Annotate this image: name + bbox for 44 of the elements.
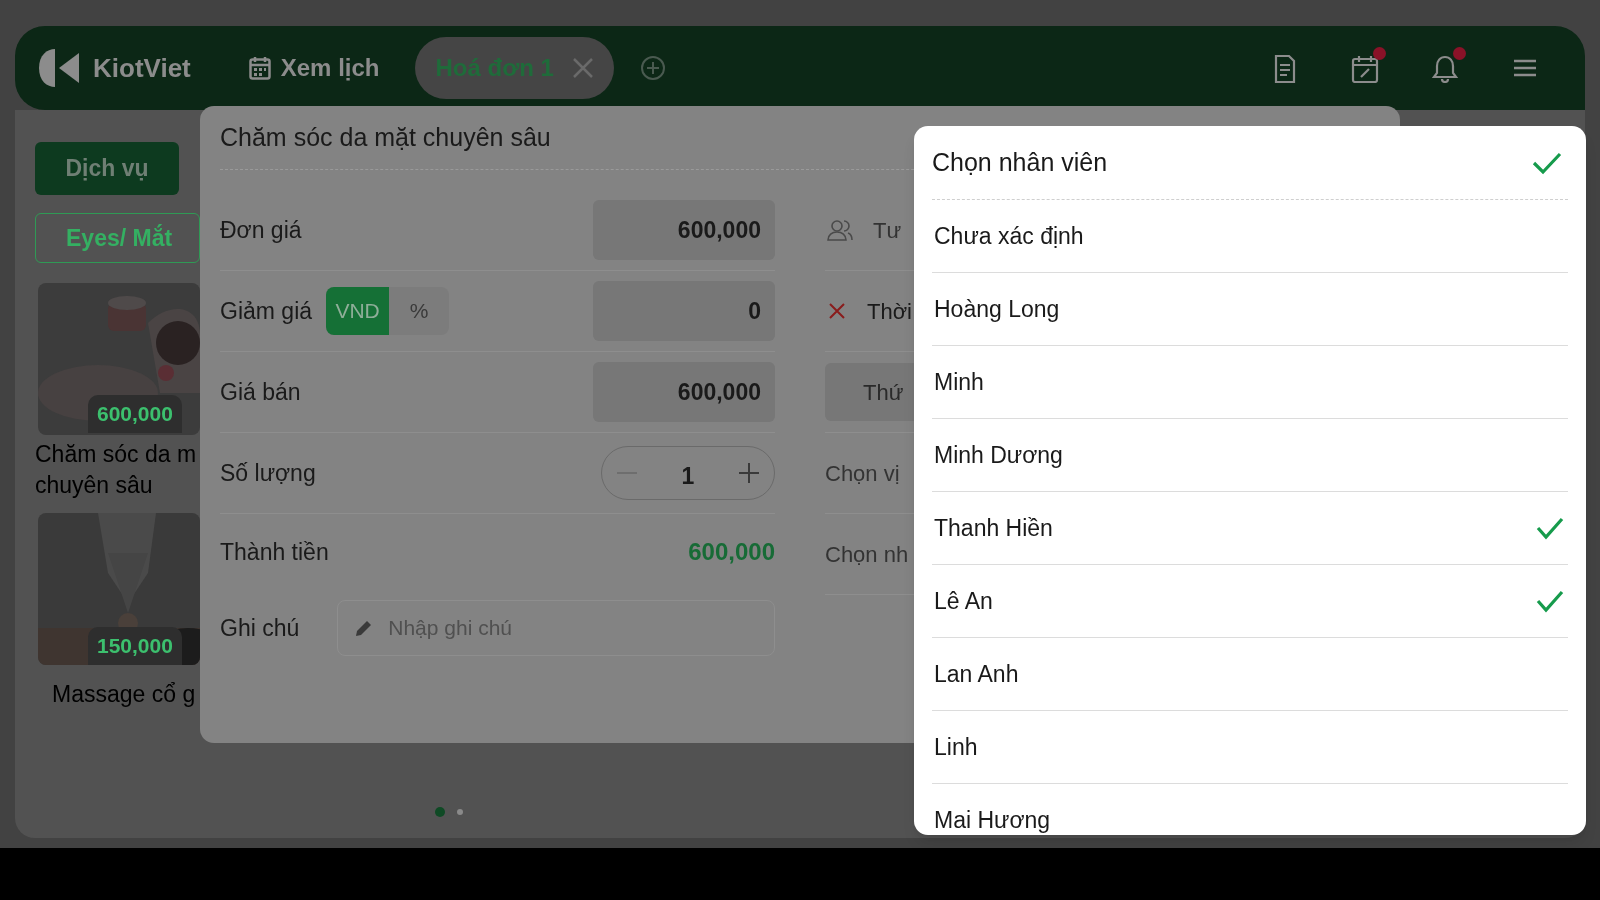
people-icon <box>827 219 853 241</box>
staff-option[interactable]: Lan Anh <box>932 638 1568 711</box>
field-label: Ghi chú <box>220 613 300 643</box>
calendar-edit-icon[interactable] <box>1350 53 1380 83</box>
staff-option[interactable]: Lê An <box>932 565 1568 638</box>
discount-field[interactable]: 0 <box>593 281 775 341</box>
select-label[interactable]: Chọn vị <box>825 456 900 490</box>
field-label: Đơn giá <box>220 215 302 245</box>
price-field[interactable]: 600,000 <box>593 362 775 422</box>
add-tab-icon[interactable] <box>639 55 666 81</box>
price-field[interactable]: 600,000 <box>593 200 775 260</box>
time-label: Thời <box>867 297 912 326</box>
price-badge: 600,000 <box>88 395 182 433</box>
close-icon[interactable] <box>571 57 594 79</box>
staff-option[interactable]: Minh Dương <box>932 419 1568 492</box>
confirm-check-icon[interactable] <box>1532 150 1562 175</box>
total-amount: 600,000 <box>688 537 775 567</box>
product-name: Chăm sóc da m <box>35 440 198 469</box>
select-label[interactable]: Chọn nh <box>825 537 909 571</box>
product-name: chuyên sâu <box>35 471 154 500</box>
unit-toggle[interactable]: VND <box>326 287 390 335</box>
calendar-nav-button[interactable]: Xem lịch <box>248 50 380 86</box>
field-label: Giá bán <box>220 377 301 407</box>
consultant-label: Tư <box>873 216 902 245</box>
plus-icon[interactable] <box>738 462 760 484</box>
staff-option[interactable]: Thanh Hiền <box>932 492 1568 565</box>
field-label: Thành tiền <box>220 537 329 567</box>
product-name: Massage cổ g <box>52 680 197 709</box>
category-button[interactable]: Dịch vụ <box>35 142 179 195</box>
unit-toggle[interactable]: % <box>389 287 450 335</box>
calendar-icon <box>248 56 271 80</box>
field-label: Số lượng <box>220 458 316 488</box>
logo-text: KiotViet <box>93 51 191 85</box>
staff-option[interactable]: Minh <box>932 346 1568 419</box>
notification-icon[interactable] <box>1430 53 1460 83</box>
field-label: Giảm giá <box>220 296 313 326</box>
price-badge: 150,000 <box>88 627 182 665</box>
remove-icon[interactable] <box>829 303 845 319</box>
staff-option[interactable]: Linh <box>932 711 1568 784</box>
quantity-value: 1 <box>681 461 695 491</box>
staff-option[interactable]: Chưa xác định <box>932 200 1568 273</box>
day-field[interactable]: Thứ <box>825 363 914 421</box>
staff-option[interactable]: Mai Hương <box>932 784 1568 835</box>
staff-option[interactable]: Hoàng Long <box>932 273 1568 346</box>
